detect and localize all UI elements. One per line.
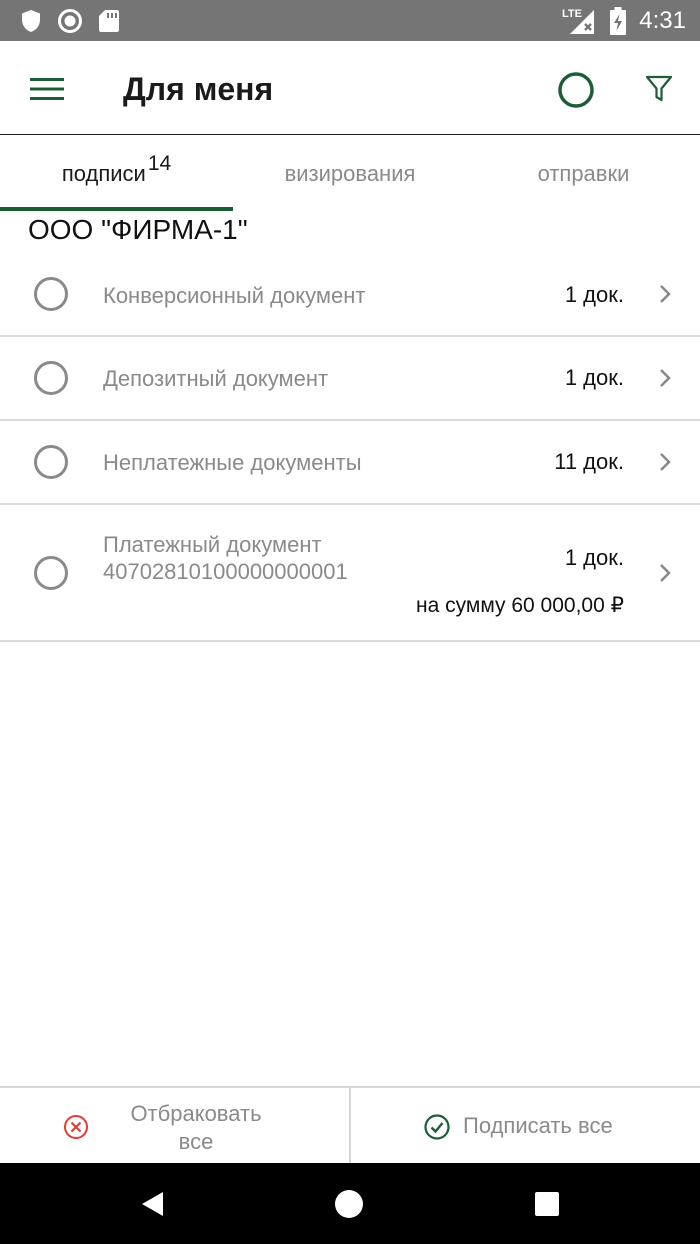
document-name: Неплатежные документы	[103, 450, 362, 475]
circle-outline-icon	[558, 72, 594, 108]
status-time: 4:31	[639, 7, 686, 34]
document-sum: на сумму 60 000,00 ₽	[416, 594, 624, 617]
document-name: Платежный документ	[103, 532, 322, 557]
action-bar: Отбраковать все Подписать все	[0, 1086, 700, 1165]
tab-signatures-badge: 14	[147, 151, 172, 175]
recents-icon[interactable]	[535, 1192, 559, 1216]
select-radio[interactable]	[34, 445, 68, 479]
reject-all-label: Отбраковать все	[104, 1100, 288, 1156]
tab-bar: подписи 14 визирования отправки	[0, 135, 700, 212]
select-radio[interactable]	[34, 277, 68, 311]
sd-card-icon	[99, 10, 119, 32]
shield-icon	[22, 10, 40, 32]
document-account: 40702810100000000001	[103, 559, 348, 584]
list-item[interactable]: Депозитный документ 1 док.	[0, 337, 700, 421]
page-title: Для меня	[123, 71, 274, 107]
chevron-right-icon	[660, 285, 671, 303]
document-count: 11 док.	[554, 449, 624, 474]
document-name: Депозитный документ	[103, 366, 329, 391]
filter-icon	[645, 75, 673, 102]
sign-all-button[interactable]: Подписать все	[351, 1088, 700, 1165]
chevron-right-icon	[660, 564, 671, 582]
tab-sending-label: отправки	[537, 160, 630, 186]
status-bar-left-icons	[20, 8, 120, 34]
tab-approvals-label: визирования	[284, 160, 416, 186]
tab-selected-indicator	[0, 207, 233, 211]
status-circle-button[interactable]	[554, 68, 598, 112]
check-circle-icon	[424, 1114, 450, 1140]
signal-icon: LTE	[562, 8, 595, 34]
status-bar: LTE 4:31	[0, 0, 700, 41]
cancel-circle-icon	[64, 1115, 88, 1139]
document-name: Конверсионный документ	[103, 283, 366, 308]
select-radio[interactable]	[34, 556, 68, 590]
network-type-label: LTE	[562, 8, 582, 20]
chevron-right-icon	[660, 369, 671, 387]
status-bar-right-icons: LTE 4:31	[561, 6, 686, 36]
system-nav-bar	[0, 1163, 700, 1244]
organization-name: ООО "ФИРМА-1"	[28, 214, 248, 245]
select-radio[interactable]	[34, 361, 68, 395]
filter-button[interactable]	[641, 70, 677, 106]
reject-all-label-line1: Отбраковать	[130, 1101, 262, 1126]
battery-icon	[610, 7, 627, 35]
chevron-right-icon	[660, 453, 671, 471]
list-item[interactable]: Неплатежные документы 11 док.	[0, 421, 700, 505]
tab-approvals[interactable]: визирования	[233, 135, 467, 212]
back-icon[interactable]	[138, 1189, 168, 1219]
reject-all-button[interactable]: Отбраковать все	[0, 1088, 349, 1165]
menu-button[interactable]	[22, 69, 72, 109]
list-item[interactable]: Конверсионный документ 1 док.	[0, 252, 700, 337]
sign-all-label: Подписать все	[463, 1113, 613, 1138]
document-count: 1 док.	[564, 282, 624, 307]
document-count: 1 док.	[564, 365, 624, 390]
home-icon[interactable]	[335, 1190, 363, 1218]
document-count: 1 док.	[564, 545, 624, 570]
circle-icon	[58, 9, 82, 33]
app-bar: Для меня	[0, 41, 700, 135]
reject-all-label-line2: все	[178, 1129, 214, 1154]
list-item[interactable]: Платежный документ 40702810100000000001 …	[0, 505, 700, 642]
hamburger-menu-icon	[30, 78, 64, 100]
tab-signatures[interactable]: подписи 14	[0, 135, 233, 212]
tab-signatures-label: подписи	[61, 160, 146, 186]
tab-sending[interactable]: отправки	[467, 135, 700, 212]
